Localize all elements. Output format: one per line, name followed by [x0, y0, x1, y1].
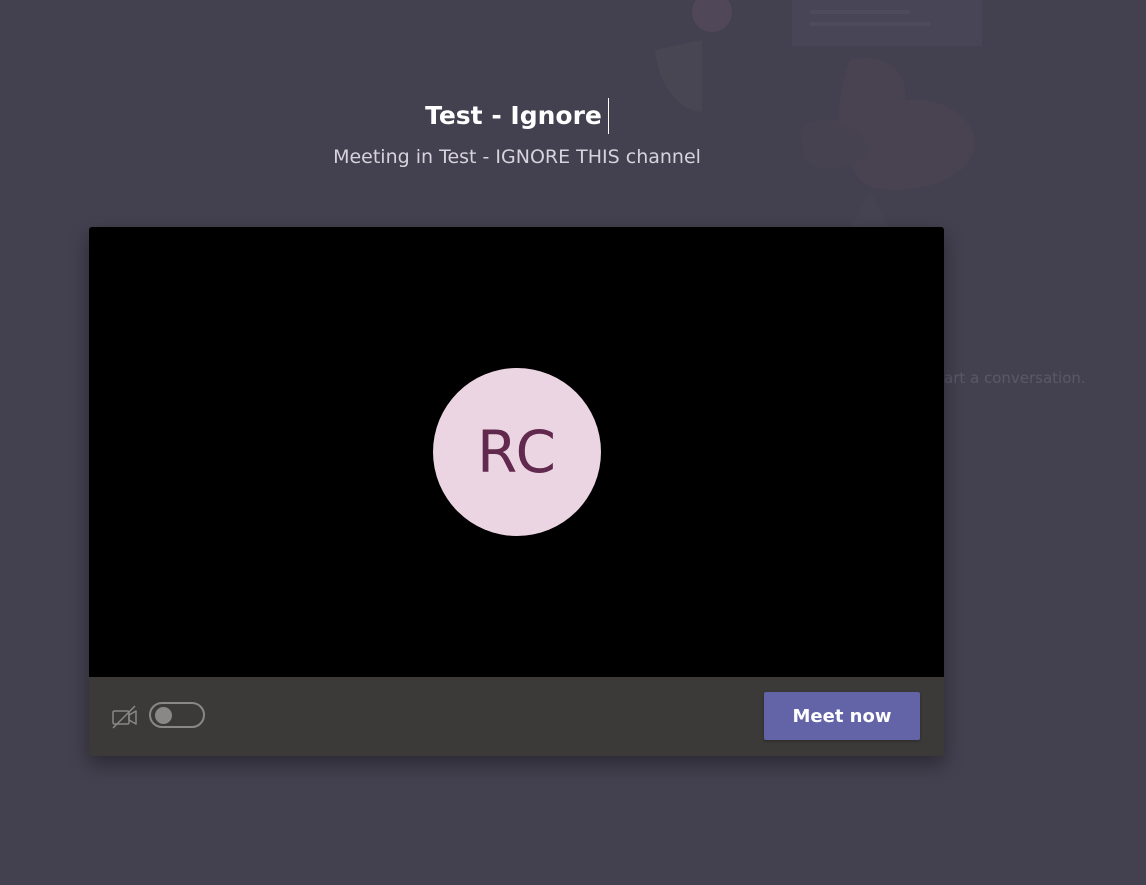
camera-off-icon: [111, 705, 139, 729]
avatar-initials: RC: [477, 418, 557, 486]
meeting-title-container: Test - Ignore: [0, 98, 1034, 134]
background-hint-text: art a conversation.: [944, 369, 1086, 387]
meeting-preview-card: RC Meet now: [89, 227, 944, 756]
meeting-subtitle: Meeting in Test - IGNORE THIS channel: [333, 146, 701, 168]
meet-now-button[interactable]: Meet now: [764, 692, 920, 740]
video-preview: RC: [89, 227, 944, 677]
camera-toggle[interactable]: [149, 702, 205, 728]
avatar: RC: [433, 368, 601, 536]
camera-toggle-knob: [155, 707, 172, 724]
preview-controls-bar: Meet now: [89, 677, 944, 756]
meeting-title-input[interactable]: Test - Ignore: [425, 98, 609, 134]
